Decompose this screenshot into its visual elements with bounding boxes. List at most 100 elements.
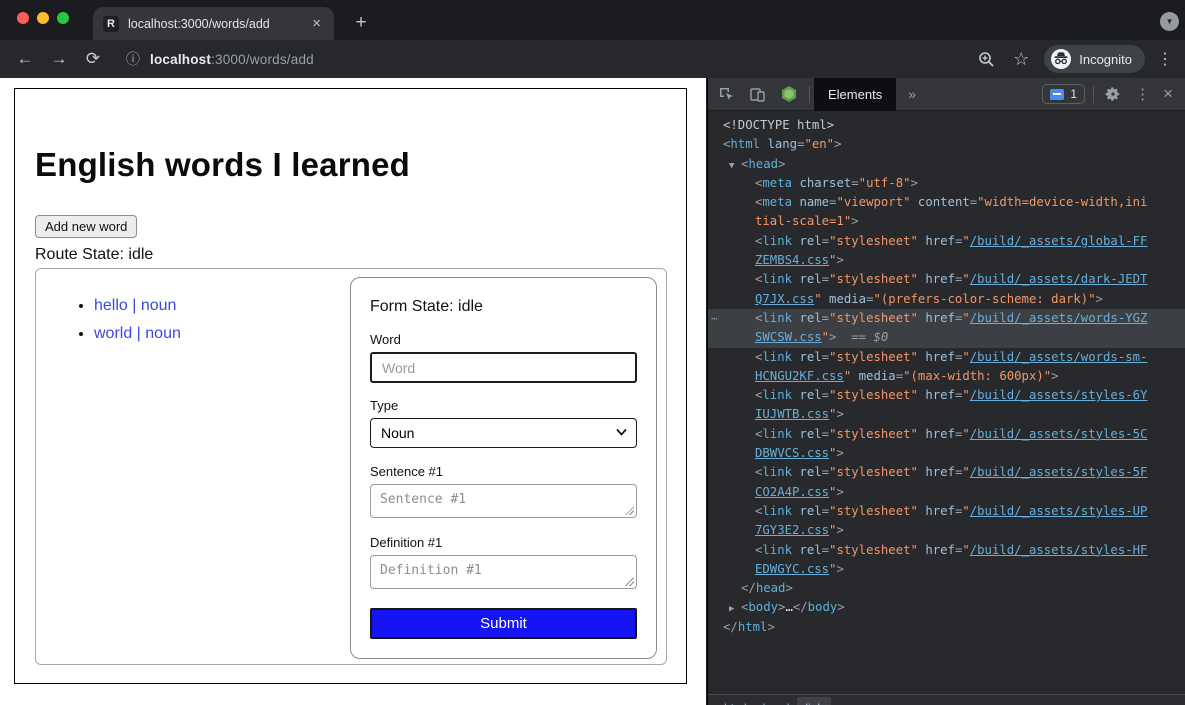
dom-node[interactable]: <link rel="stylesheet" href="/build/_ass… [708,386,1185,405]
new-tab-button[interactable]: + [348,10,374,36]
dom-node[interactable]: <link rel="stylesheet" href="/build/_ass… [708,348,1185,367]
web-page: English words I learned Add new word Rou… [0,78,706,705]
add-new-word-button[interactable]: Add new word [35,215,137,238]
dom-node[interactable]: <link rel="stylesheet" href="/build/_ass… [708,541,1185,560]
devtools-close-icon[interactable]: × [1157,84,1185,104]
window-zoom-button[interactable] [57,12,69,24]
breadcrumb-item-head[interactable]: head [755,697,798,705]
dom-node[interactable]: 7GY3E2.css"> [708,521,1185,540]
dom-node[interactable]: </head> [708,579,1185,598]
dom-node[interactable]: ▼<head> [708,155,1185,174]
dom-node-selected[interactable]: ⋯<link rel="stylesheet" href="/build/_as… [708,309,1185,328]
incognito-icon [1050,48,1072,70]
code-token-val: " [962,388,969,402]
dom-node[interactable]: <link rel="stylesheet" href="/build/_ass… [708,425,1185,444]
code-token-eq: = [822,427,829,441]
tab-close-icon[interactable]: × [309,15,324,32]
code-token-attr: name [799,195,829,209]
code-token-link: HCNGU2KF.css [755,369,844,383]
code-token-val: " [962,272,969,286]
word-list-item: world | noun [94,325,181,343]
page-title: English words I learned [35,146,410,184]
form-state-text: Form State: idle [370,298,637,316]
sentence-label: Sentence #1 [370,464,637,479]
devtools-breadcrumb: htmlheadlink [708,694,1185,705]
word-link[interactable]: hello | noun [94,297,176,314]
breadcrumb-item-html[interactable]: html [716,697,755,705]
code-token-val: "en" [804,137,834,151]
word-input[interactable] [370,352,637,383]
code-token-tag: link [762,543,792,557]
toolbar-divider [809,86,810,103]
code-token-punct: > [836,562,843,576]
code-token-attr: rel [799,272,821,286]
dom-node[interactable]: CO2A4P.css"> [708,483,1185,502]
dom-node[interactable]: <meta charset="utf-8"> [708,174,1185,193]
devtools-menu-icon[interactable]: ⋮ [1128,85,1157,103]
dom-node[interactable]: Q7JX.css" media="(prefers-color-scheme: … [708,290,1185,309]
code-token-eq: = [822,234,829,248]
window-minimize-button[interactable] [37,12,49,24]
code-token-attr: href [925,388,955,402]
node-actions-icon[interactable]: ⋯ [711,309,717,328]
inspect-element-icon[interactable] [708,86,742,103]
more-panels-icon[interactable]: » [896,86,928,102]
code-token-link: EDWGYC.css [755,562,829,576]
dom-node[interactable]: HCNGU2KF.css" media="(max-width: 600px)"… [708,367,1185,386]
type-select[interactable]: Noun [370,418,637,448]
dom-tree[interactable]: <!DOCTYPE html><html lang="en">▼<head><m… [708,112,1185,694]
expand-arrow-icon[interactable]: ▶ [729,600,741,617]
dom-node[interactable]: tial-scale=1"> [708,212,1185,231]
dom-node-selected[interactable]: SWCSW.css"> == $0 [708,328,1185,347]
dom-node[interactable]: <meta name="viewport" content="width=dev… [708,193,1185,212]
code-token-tag: link [762,272,792,286]
sentence-textarea[interactable]: Sentence #1 [370,484,637,518]
resize-grip-icon[interactable] [625,506,634,515]
code-token-attr: rel [799,465,821,479]
extension-hexagon-icon[interactable] [773,85,805,103]
back-button[interactable]: ← [8,49,42,69]
dom-node[interactable]: <html lang="en"> [708,135,1185,154]
resize-grip-icon[interactable] [625,577,634,586]
code-token-val: " [962,311,969,325]
dom-node[interactable]: DBWVCS.css"> [708,444,1185,463]
code-token-tag: body [748,600,778,614]
browser-tab[interactable]: R localhost:3000/words/add × [93,7,334,40]
site-info-icon[interactable]: ⓘ [126,49,140,69]
dom-node[interactable]: ▶<body>…</body> [708,598,1185,617]
reload-button[interactable]: ⟳ [76,49,110,69]
definition-textarea[interactable]: Definition #1 [370,555,637,589]
dom-node[interactable]: IUJWTB.css"> [708,405,1185,424]
bookmark-star-icon[interactable]: ☆ [1013,49,1029,70]
window-close-button[interactable] [17,12,29,24]
dom-node[interactable]: ZEMBS4.css"> [708,251,1185,270]
code-token-eq: = [822,272,829,286]
code-token-punct: > [785,581,792,595]
dom-node[interactable]: <link rel="stylesheet" href="/build/_ass… [708,463,1185,482]
dom-node[interactable]: </html> [708,618,1185,637]
breadcrumb-item-link[interactable]: link [797,697,831,705]
code-token-attr: rel [799,388,821,402]
issues-counter[interactable]: 1 [1042,84,1085,104]
dom-node[interactable]: <link rel="stylesheet" href="/build/_ass… [708,232,1185,251]
code-token-eq: = [822,388,829,402]
dom-node[interactable]: EDWGYC.css"> [708,560,1185,579]
device-toolbar-icon[interactable] [742,86,773,103]
code-token-tag: link [762,427,792,441]
address-bar[interactable]: localhost:3000/words/add [150,52,314,67]
devtools-settings-icon[interactable] [1098,86,1128,102]
submit-button[interactable]: Submit [370,608,637,639]
collapse-arrow-icon[interactable]: ▼ [729,157,741,174]
code-token-eq: = [896,369,903,383]
zoom-page-icon[interactable] [978,51,995,68]
dom-node[interactable]: <!DOCTYPE html> [708,116,1185,135]
dom-node[interactable]: <link rel="stylesheet" href="/build/_ass… [708,502,1185,521]
tab-elements[interactable]: Elements [814,78,896,111]
browser-menu-icon[interactable]: ⋮ [1157,49,1173,69]
code-token-val: "stylesheet" [829,504,918,518]
tab-search-button[interactable]: ▼ [1160,12,1179,31]
forward-button[interactable]: → [42,49,76,69]
word-link[interactable]: world | noun [94,325,181,342]
dom-node[interactable]: <link rel="stylesheet" href="/build/_ass… [708,270,1185,289]
code-token-attr: charset [799,176,851,190]
